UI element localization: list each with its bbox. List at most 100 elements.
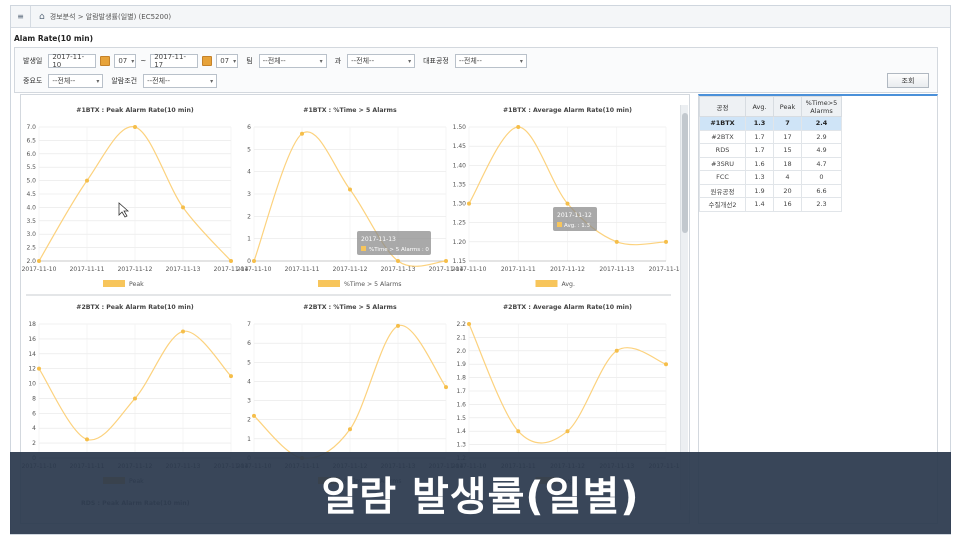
table-row[interactable]: #2BTX 1.7 17 2.9	[699, 129, 842, 144]
y-tick-label: 3.0	[26, 231, 36, 238]
data-point	[37, 366, 41, 371]
table-cell: 20	[773, 183, 802, 198]
process-label: 대표공정	[423, 57, 449, 65]
y-tick-label: 1.50	[453, 124, 467, 131]
y-tick-label: 4.0	[26, 204, 36, 211]
data-point	[300, 131, 304, 136]
y-tick-label: 6	[247, 124, 251, 131]
mouse-cursor-icon	[118, 202, 130, 218]
data-point	[664, 362, 668, 367]
chart-title: #2BTX : Peak Alarm Rate(10 min)	[76, 304, 194, 311]
data-point	[348, 187, 352, 192]
chevron-down-icon: ▾	[96, 77, 100, 85]
chart-title: #2BTX : %Time > 5 Alarms	[303, 304, 397, 311]
data-point	[37, 259, 41, 263]
team-label: 팀	[246, 57, 253, 65]
table-cell: 1.3	[745, 116, 774, 131]
tooltip-date: 2017-11-12	[557, 212, 592, 219]
home-icon[interactable]: ⌂	[39, 12, 45, 22]
y-tick-label: 2.5	[26, 245, 36, 252]
search-button[interactable]: 조회	[887, 73, 929, 88]
x-tick-label: 2017-11-12	[333, 266, 368, 273]
team-select[interactable]: --전체-- ▾	[258, 54, 327, 68]
data-point	[252, 259, 256, 263]
table-cell: 16	[773, 197, 802, 212]
scrollbar-thumb[interactable]	[682, 113, 688, 233]
table-row[interactable]: #3SRU 1.6 18 4.7	[699, 156, 842, 171]
x-tick-label: 2017-11-10	[452, 266, 487, 273]
table-row[interactable]: 원유공정 1.9 20 6.6	[699, 183, 842, 198]
x-tick-label: 2017-11-14	[649, 266, 684, 273]
x-tick-label: 2017-11-12	[550, 266, 585, 273]
y-tick-label: 3.5	[26, 218, 36, 225]
y-tick-label: 1.5	[456, 415, 466, 422]
table-cell: FCC	[699, 170, 746, 185]
y-tick-label: 3	[247, 191, 251, 198]
x-tick-label: 2017-11-13	[166, 266, 201, 273]
tooltip-date: 2017-11-13	[361, 236, 396, 243]
data-point	[133, 125, 137, 129]
calendar-icon[interactable]	[100, 56, 111, 66]
data-point	[396, 259, 400, 263]
priority-label: 중요도	[23, 77, 43, 85]
y-tick-label: 2.0	[456, 348, 466, 355]
data-point	[565, 201, 570, 206]
table-header[interactable]: 공정	[699, 96, 746, 117]
top-bar: ≡ ⌂ 경보분석 > 알람발생률(일별) (EC5200)	[11, 6, 950, 28]
legend-label: Peak	[129, 281, 144, 288]
table-cell: 원유공정	[699, 183, 746, 198]
table-cell: 수질개선2	[699, 197, 746, 212]
y-tick-label: 2.2	[456, 321, 466, 328]
table-cell: 1.3	[745, 170, 774, 185]
tooltip-swatch	[361, 246, 366, 251]
caption-banner: 알람 발생률(일별)	[10, 452, 951, 534]
x-tick-label: 2017-11-11	[70, 266, 105, 273]
table-cell: 18	[773, 156, 802, 171]
y-tick-label: 1.7	[456, 388, 466, 395]
chevron-down-icon: ▾	[519, 57, 523, 65]
priority-select[interactable]: --전체-- ▾	[48, 74, 104, 88]
y-tick-label: 4.5	[26, 191, 36, 198]
table-cell: 4.9	[801, 143, 842, 158]
data-point	[467, 201, 471, 206]
calendar-icon[interactable]	[202, 56, 213, 66]
table-cell: 7	[773, 116, 802, 131]
table-row[interactable]: RDS 1.7 15 4.9	[699, 143, 842, 158]
table-header[interactable]: Peak	[773, 96, 802, 117]
table-cell: 6.6	[801, 183, 842, 198]
filter-panel: 발생일 2017-11-10 07 ▾ ~ 2017-11-17 07 ▾ 팀 --…	[14, 47, 938, 93]
data-point	[181, 205, 185, 210]
y-tick-label: 1	[247, 436, 251, 443]
y-tick-label: 14	[28, 351, 36, 358]
table-header[interactable]: Avg.	[745, 96, 774, 117]
y-tick-label: 1.45	[453, 143, 467, 150]
x-tick-label: 2017-11-10	[237, 266, 272, 273]
date-range-separator: ~	[140, 57, 147, 65]
y-tick-label: 1.30	[453, 201, 467, 208]
chart-scrollbar[interactable]	[680, 105, 688, 510]
hour-from-select[interactable]: 07 ▾	[114, 54, 137, 68]
condition-select[interactable]: --전체-- ▾	[143, 74, 218, 88]
data-point	[85, 437, 89, 442]
y-tick-label: 2	[247, 213, 251, 220]
date-from-input[interactable]: 2017-11-10	[48, 53, 97, 69]
y-tick-label: 7.0	[26, 124, 36, 131]
table-row[interactable]: FCC 1.3 4 0	[699, 170, 842, 185]
y-tick-label: 5	[247, 146, 251, 153]
chart-title: #1BTX : Peak Alarm Rate(10 min)	[76, 107, 194, 114]
chart-title: #1BTX : %Time > 5 Alarms	[303, 107, 397, 114]
table-header[interactable]: %Time>5 Alarms	[801, 96, 842, 117]
data-point	[444, 259, 448, 263]
section-select[interactable]: --전체-- ▾	[347, 54, 416, 68]
date-to-input[interactable]: 2017-11-17	[150, 53, 199, 69]
y-tick-label: 1.25	[453, 220, 467, 227]
caption-text: 알람 발생률(일별)	[321, 474, 640, 520]
process-select[interactable]: --전체-- ▾	[454, 54, 527, 68]
table-cell: 2.4	[801, 116, 842, 131]
y-tick-label: 3	[247, 398, 251, 405]
menu-icon[interactable]: ≡	[11, 6, 31, 28]
table-row[interactable]: #1BTX 1.3 7 2.4	[699, 116, 842, 131]
table-row[interactable]: 수질개선2 1.4 16 2.3	[699, 197, 842, 212]
y-tick-label: 2	[32, 440, 36, 447]
hour-to-select[interactable]: 07 ▾	[216, 54, 239, 68]
